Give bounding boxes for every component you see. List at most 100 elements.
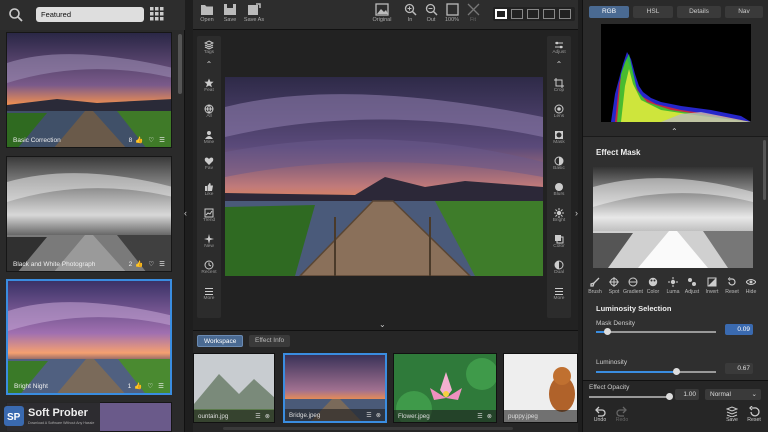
blurs-button[interactable]: Blurs [547, 182, 571, 197]
panel-scrollbar[interactable] [763, 140, 766, 200]
thumbs-up-icon[interactable]: 👍 [135, 136, 143, 144]
side-by-side-icon[interactable] [543, 9, 555, 19]
rgb-histogram [601, 24, 751, 122]
fit-button[interactable]: Fit [462, 3, 484, 23]
zoom-100-button[interactable]: 100% [441, 3, 463, 23]
filmstrip-scrollbar[interactable] [223, 427, 513, 430]
filmstrip-item[interactable]: Flower.jpeg ☰ ⊗ [393, 353, 497, 423]
search-input[interactable] [36, 7, 144, 22]
reset-label: Reset [725, 289, 739, 295]
thumbs-up-icon[interactable]: 👍 [134, 382, 142, 390]
trend-button[interactable]: Trend [197, 208, 221, 223]
zoom-out-button[interactable]: Out [420, 3, 442, 23]
featured-button[interactable]: Feat [197, 78, 221, 93]
color-button[interactable]: Color [547, 234, 571, 249]
single-view-icon[interactable] [495, 9, 507, 19]
luminosity-slider[interactable] [673, 368, 680, 375]
save-as-icon [248, 3, 261, 15]
filmstrip-item[interactable]: puppy.jpeg [503, 353, 578, 423]
mask-density-slider[interactable] [604, 328, 611, 335]
mask-button[interactable]: Mask [547, 130, 571, 145]
effect-opacity-value[interactable]: 1.00 [675, 389, 699, 400]
more-categories-button[interactable]: More [197, 286, 221, 301]
heart-icon[interactable]: ♡ [148, 260, 154, 268]
open-button[interactable]: Open [195, 3, 219, 23]
mine-button[interactable]: Mine [197, 130, 221, 145]
collapse-right-panel-icon[interactable]: › [575, 208, 578, 218]
menu-icon[interactable]: ☰ [366, 412, 372, 419]
preset-card[interactable]: Basic Correction 8 👍 ♡ ☰ [6, 32, 172, 148]
heart-icon[interactable]: ♡ [148, 136, 154, 144]
original-button[interactable]: Original [369, 3, 395, 23]
panel-reset-button[interactable]: Reset [745, 406, 763, 423]
heart-icon[interactable]: ♡ [147, 382, 153, 390]
luminosity-value[interactable]: 0.67 [725, 363, 753, 374]
scroll-up-icon[interactable]: ⌃ [197, 60, 221, 69]
bright-button[interactable]: Bright [547, 208, 571, 223]
tab-effect-info[interactable]: Effect Info [249, 335, 291, 347]
menu-icon[interactable]: ☰ [159, 260, 165, 268]
user-icon [205, 131, 213, 139]
tab-workspace[interactable]: Workspace [197, 335, 244, 347]
grid-view-icon[interactable] [150, 7, 164, 21]
tab-details[interactable]: Details [677, 6, 721, 18]
menu-icon[interactable]: ☰ [255, 413, 261, 420]
collapse-histogram-icon[interactable]: ⌃ [671, 127, 678, 136]
split-view-icon[interactable] [511, 9, 523, 19]
tab-nav[interactable]: Nav [725, 6, 763, 18]
tags-button[interactable]: Tags [197, 40, 221, 55]
thumbs-up-icon[interactable]: 👍 [135, 260, 143, 268]
file-name: Flower.jpeg [398, 412, 430, 420]
crop-button[interactable]: Crop [547, 78, 571, 93]
preset-card-selected[interactable]: Bright Night 1 👍 ♡ ☰ [6, 279, 172, 395]
mask-hide-button[interactable]: Hide [739, 277, 763, 295]
menu-icon[interactable]: ☰ [477, 413, 483, 420]
close-icon[interactable]: ⊗ [376, 412, 381, 419]
blend-mode-select[interactable]: Normal ⌄ [705, 389, 761, 400]
luminosity-label: Luminosity [596, 359, 628, 366]
main-photo[interactable] [225, 77, 543, 276]
search-icon[interactable] [8, 7, 24, 23]
all-button[interactable]: All [197, 104, 221, 119]
panel-save-button[interactable]: Save [723, 406, 741, 423]
filmstrip-item[interactable]: ountain.jpg ☰ ⊗ [193, 353, 275, 423]
lens-button[interactable]: Lens [547, 104, 571, 119]
tab-rgb[interactable]: RGB [589, 6, 629, 18]
save-button[interactable]: Save [218, 3, 242, 23]
panel-reset-label: Reset [747, 417, 761, 423]
presets-scrollbar[interactable] [178, 34, 182, 94]
collapse-left-panel-icon[interactable]: ‹ [184, 208, 187, 218]
palette-icon [648, 277, 658, 287]
favorites-button[interactable]: Fav [197, 156, 221, 171]
more-label: More [203, 296, 215, 301]
new-button[interactable]: New [197, 234, 221, 249]
more-icon [205, 288, 213, 295]
grid-compare-icon[interactable] [559, 9, 571, 19]
like-button[interactable]: Like [197, 182, 221, 197]
mask-density-value[interactable]: 0.09 [725, 324, 753, 335]
undo-button[interactable]: Undo [591, 406, 609, 423]
compare-view-icon[interactable] [527, 9, 539, 19]
close-icon[interactable]: ⊗ [487, 413, 492, 420]
filmstrip-item-selected[interactable]: Bridge.jpeg ☰ ⊗ [283, 353, 387, 423]
basic-button[interactable]: Basic [547, 156, 571, 171]
more-tools-button[interactable]: More [547, 286, 571, 301]
menu-icon[interactable]: ☰ [159, 136, 165, 144]
close-icon[interactable]: ⊗ [265, 413, 270, 420]
effect-opacity-slider[interactable] [666, 393, 673, 400]
dual-button[interactable]: Dual [547, 260, 571, 275]
scroll-up-icon[interactable]: ⌃ [547, 60, 571, 69]
preset-card[interactable]: Black and White Photograph 2 👍 ♡ ☰ [6, 156, 172, 272]
tab-hsl[interactable]: HSL [633, 6, 673, 18]
effect-opacity-track [589, 396, 669, 398]
recent-button[interactable]: Recent [197, 260, 221, 275]
collapse-strip-icon[interactable]: ⌄ [379, 320, 386, 329]
zoom-in-button[interactable]: In [399, 3, 421, 23]
redo-button[interactable]: Redo [613, 406, 631, 423]
chevron-down-icon: ⌄ [751, 391, 757, 398]
save-as-button[interactable]: Save As [242, 3, 266, 23]
menu-icon[interactable]: ☰ [158, 382, 164, 390]
adjust-button[interactable]: Adjust [547, 40, 571, 55]
filmstrip: Workspace Effect Info ountain.jpg ☰ ⊗ Brid… [193, 330, 578, 432]
actual-size-icon [445, 3, 459, 16]
